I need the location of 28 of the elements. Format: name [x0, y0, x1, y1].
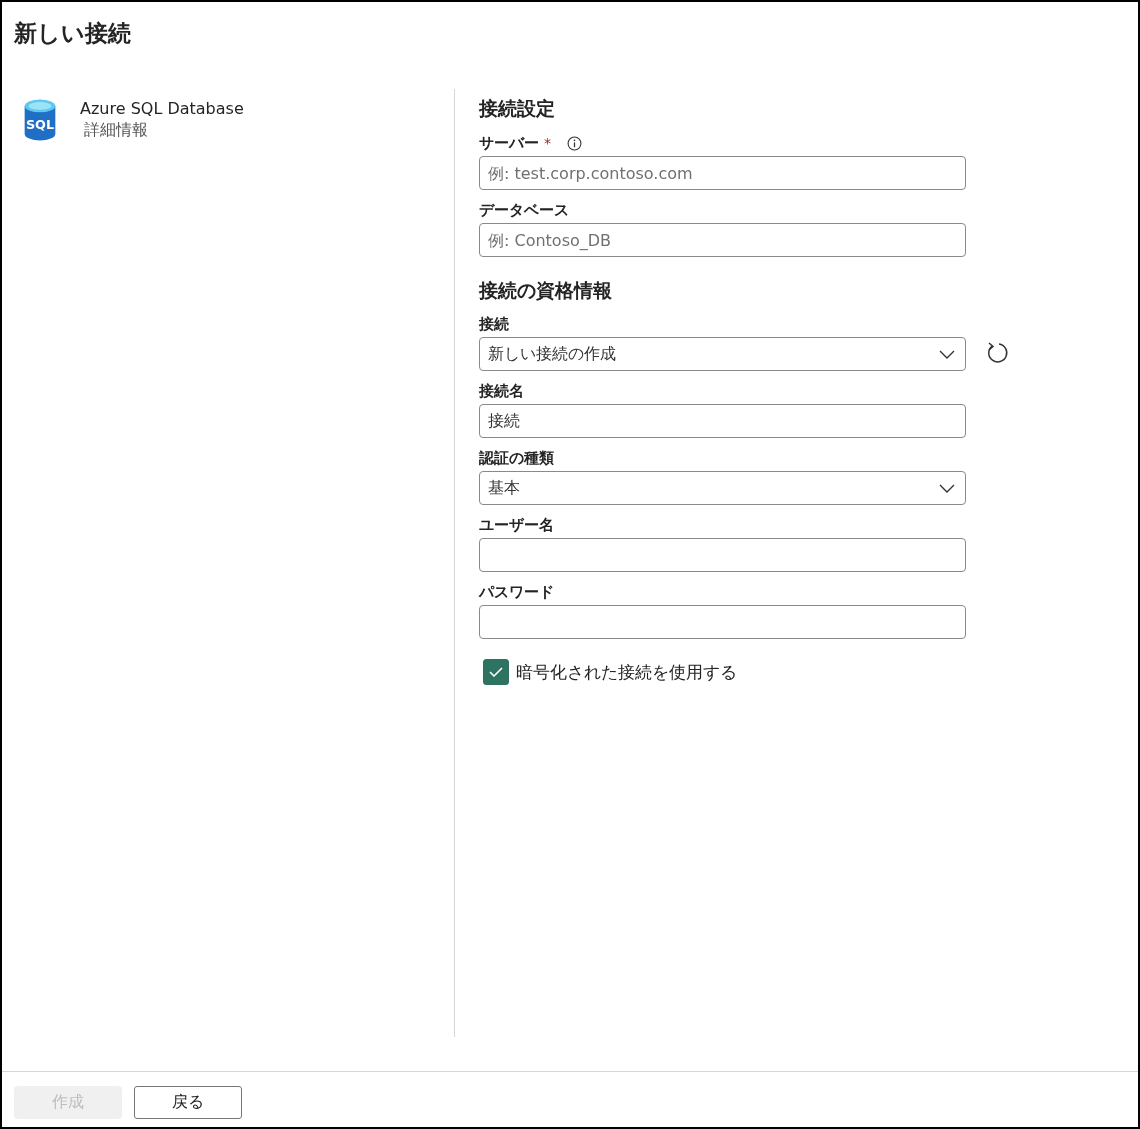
chevron-icon: [939, 349, 955, 359]
info-icon[interactable]: [567, 135, 582, 151]
input-field[interactable]: [479, 605, 966, 639]
field-label: 接続名: [479, 381, 524, 401]
input-field[interactable]: 接続: [479, 404, 966, 438]
section-heading: 接続設定: [479, 96, 556, 121]
checkbox-label: 暗号化された接続を使用する: [516, 660, 737, 684]
dropdown[interactable]: 新しい接続の作成: [479, 337, 966, 371]
checkbox[interactable]: [483, 659, 509, 685]
field-label: ユーザー名: [479, 515, 554, 535]
section-heading: 接続の資格情報: [479, 278, 613, 303]
source-name: Azure SQL Database: [80, 99, 244, 119]
required-asterisk: *: [544, 135, 551, 151]
refresh-icon[interactable]: [986, 342, 1010, 366]
details-link[interactable]: 詳細情報: [84, 119, 244, 141]
input-field[interactable]: 例: test.corp.contoso.com: [479, 156, 966, 190]
field-label: パスワード: [479, 582, 554, 602]
dialog-title: 新しい接続: [13, 19, 132, 48]
input-field[interactable]: 例: Contoso_DB: [479, 223, 966, 257]
back-button[interactable]: 戻る: [134, 1086, 242, 1119]
field-label: 接続: [479, 314, 509, 334]
dropdown[interactable]: 基本: [479, 471, 966, 505]
chevron-icon: [939, 483, 955, 493]
field-label: サーバー: [479, 133, 539, 153]
checkmark-icon: [489, 667, 503, 677]
field-label: データベース: [479, 200, 569, 220]
input-field[interactable]: [479, 538, 966, 572]
field-label: 認証の種類: [479, 448, 554, 468]
